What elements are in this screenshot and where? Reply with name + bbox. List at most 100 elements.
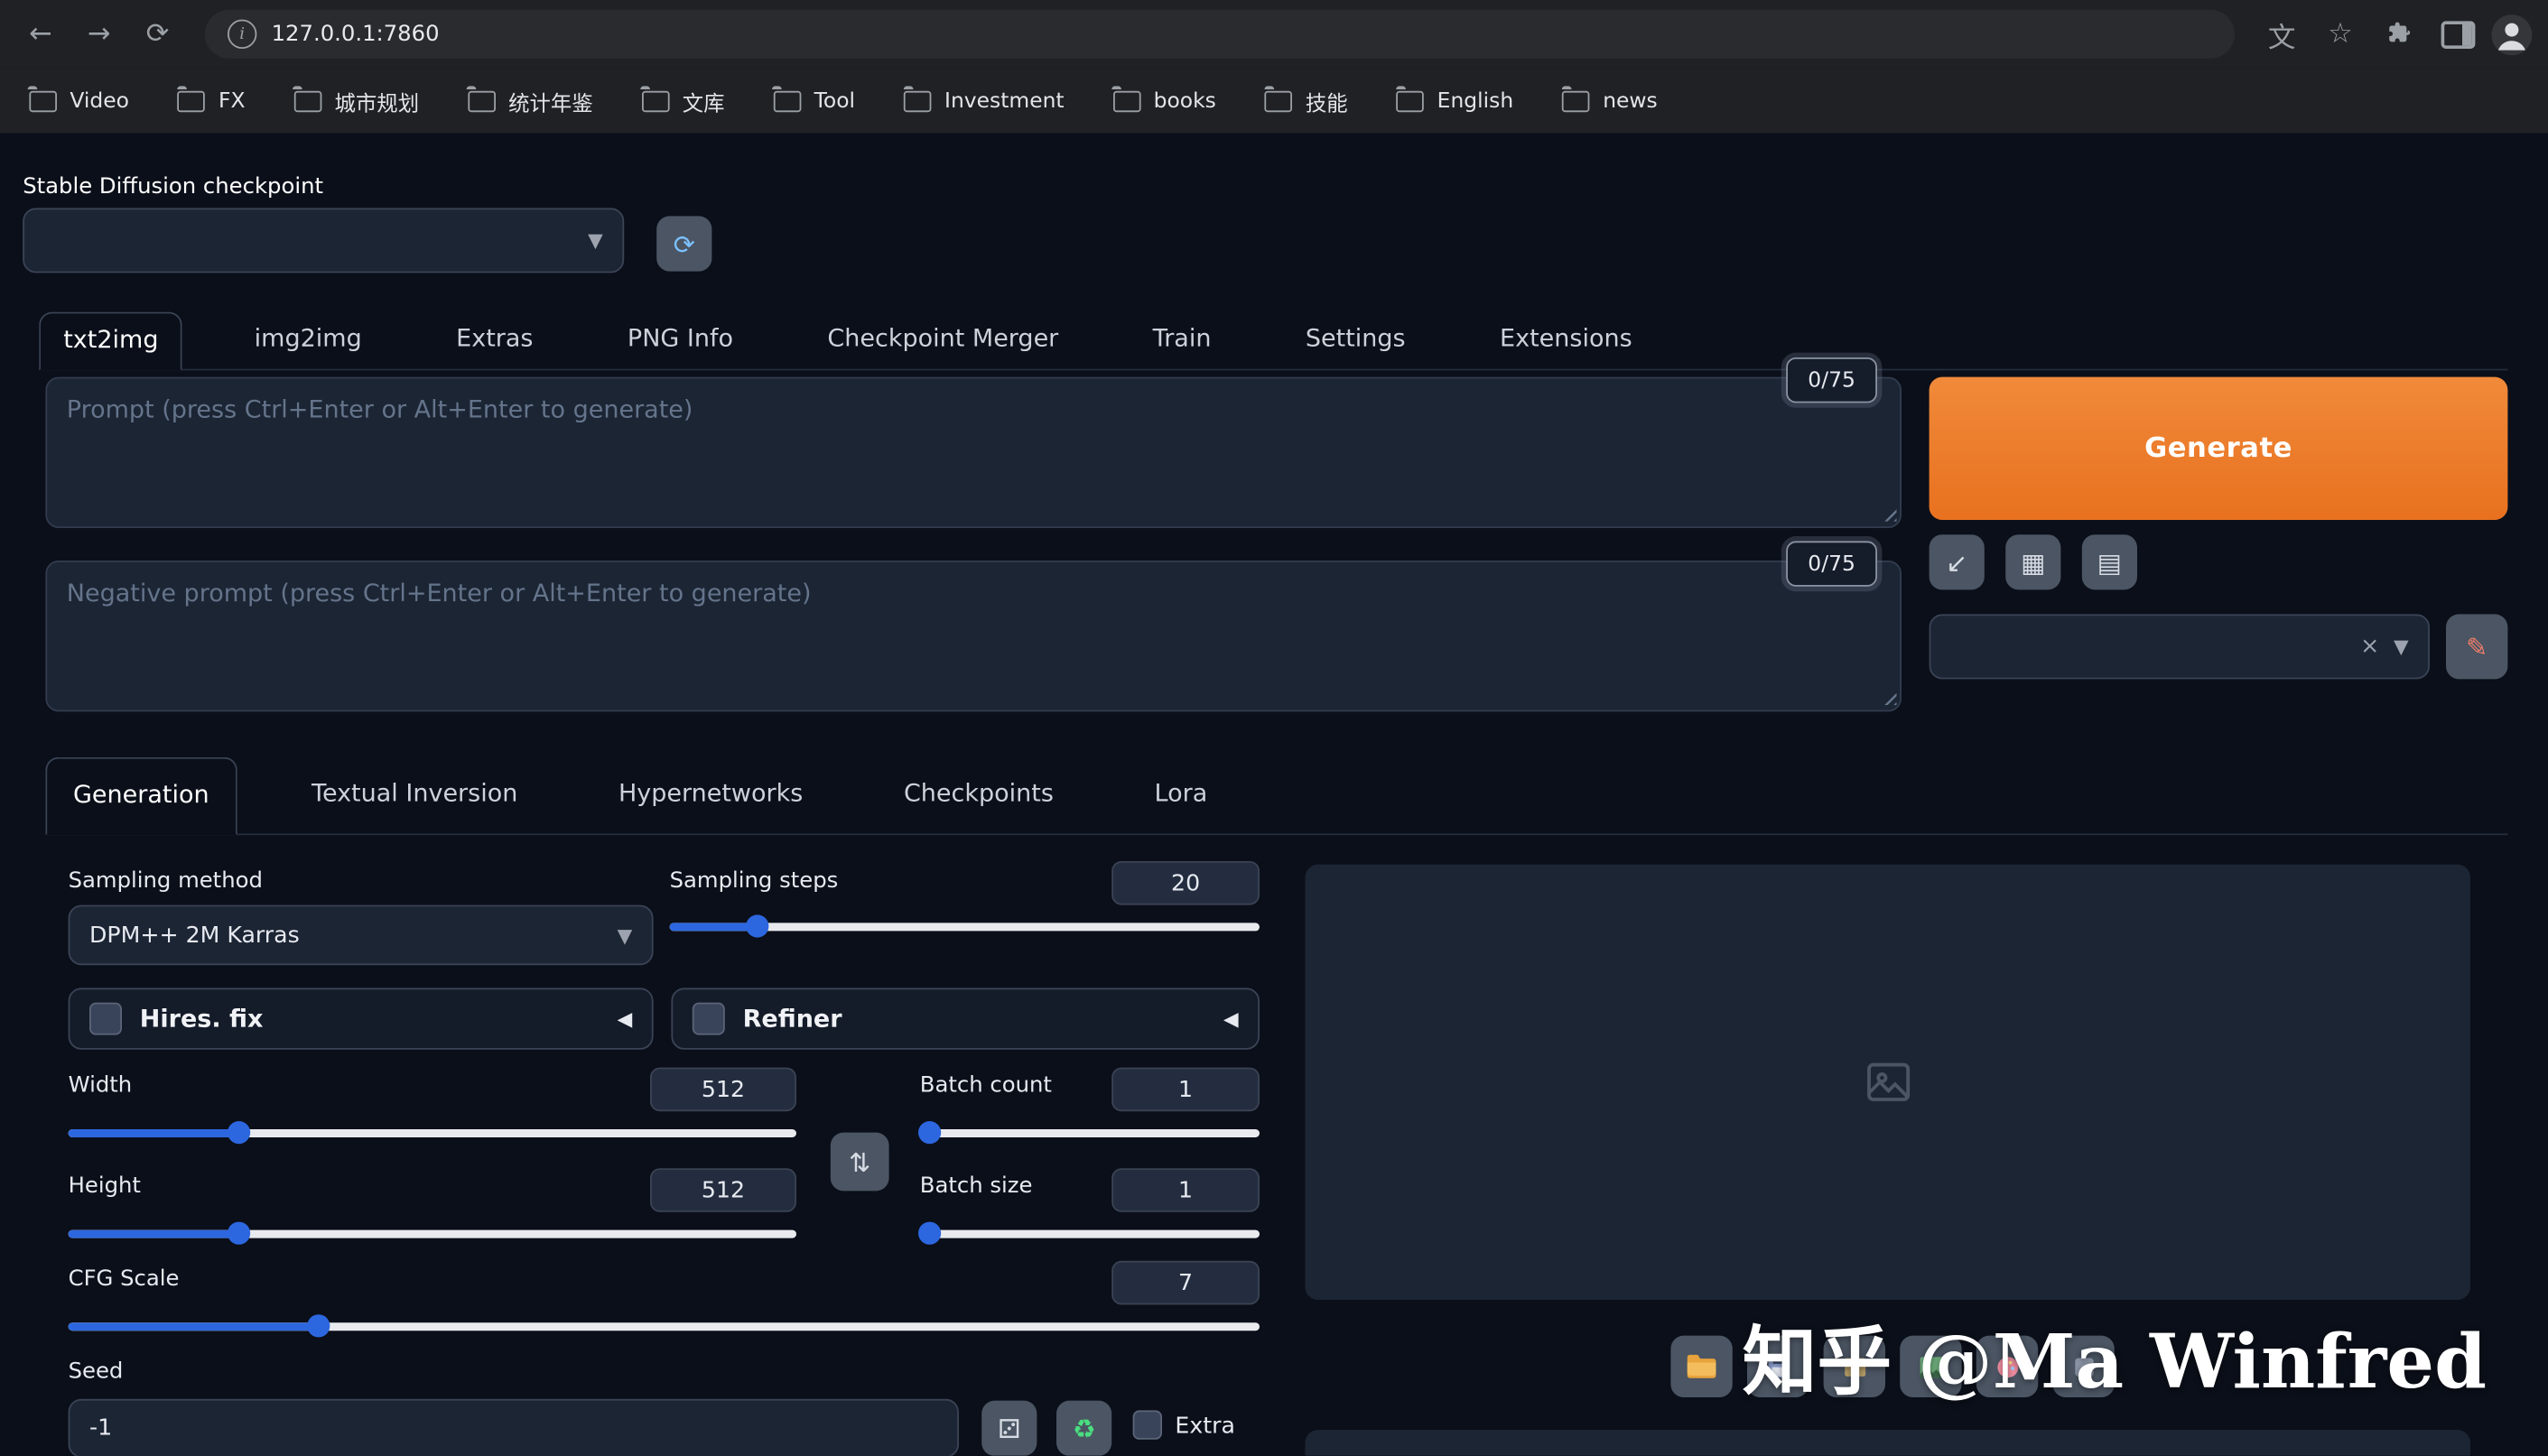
batch-size-value[interactable]: 1	[1111, 1168, 1260, 1212]
back-icon[interactable]: ←	[16, 10, 65, 59]
extra-seed-label: Extra	[1175, 1414, 1235, 1440]
swap-dimensions-button[interactable]: ⇅	[831, 1133, 889, 1192]
tab-settings[interactable]: Settings	[1283, 312, 1428, 369]
height-value[interactable]: 512	[650, 1168, 796, 1212]
image-placeholder-icon	[1862, 1056, 1914, 1108]
url-text[interactable]: 127.0.0.1:7860	[272, 21, 440, 47]
tab-png-info[interactable]: PNG Info	[605, 312, 756, 369]
width-slider[interactable]	[69, 1121, 796, 1144]
batch-count-slider[interactable]	[920, 1121, 1260, 1144]
bookmark-folder[interactable]: Video	[29, 88, 129, 113]
bookmark-label: English	[1437, 88, 1514, 113]
bookmark-folder[interactable]: Tool	[774, 88, 855, 113]
sampling-method-dropdown[interactable]: DPM++ 2M Karras ▼	[69, 905, 654, 966]
bookmark-folder[interactable]: news	[1562, 88, 1658, 113]
accordion-arrow-icon: ◀	[1223, 1007, 1239, 1030]
styles-dropdown[interactable]: × ▼	[1930, 614, 2430, 679]
subtab-checkpoints[interactable]: Checkpoints	[878, 757, 1080, 834]
chevron-down-icon: ▼	[2394, 635, 2409, 658]
site-info-icon[interactable]: i	[228, 20, 256, 49]
tab-img2img[interactable]: img2img	[231, 312, 384, 369]
bookmark-folder[interactable]: books	[1113, 88, 1216, 113]
bookmark-folder[interactable]: FX	[178, 88, 246, 113]
bookmark-label: news	[1603, 88, 1658, 113]
output-image-area[interactable]	[1305, 865, 2470, 1300]
hires-fix-accordion[interactable]: Hires. fix ◀	[69, 988, 654, 1049]
reuse-seed-button[interactable]: ♻	[1056, 1401, 1111, 1456]
batch-count-label: Batch count	[920, 1072, 1052, 1099]
bookmark-label: FX	[219, 88, 246, 113]
edit-styles-button[interactable]: ✎	[2446, 614, 2507, 679]
bookmarks-bar: Video FX 城市规划 统计年鉴 文库 Tool Investment bo…	[0, 69, 2548, 134]
sampling-steps-label: Sampling steps	[670, 867, 839, 894]
batch-size-slider[interactable]	[920, 1222, 1260, 1245]
bookmark-folder[interactable]: 统计年鉴	[468, 86, 593, 116]
refiner-checkbox[interactable]	[693, 1003, 725, 1035]
width-value[interactable]: 512	[650, 1068, 796, 1112]
bookmark-label: 城市规划	[334, 86, 419, 116]
extra-seed-checkbox[interactable]	[1133, 1410, 1162, 1439]
negative-prompt-input[interactable]	[45, 561, 1902, 711]
folder-icon	[1562, 90, 1590, 111]
reload-icon[interactable]: ⟳	[134, 10, 182, 59]
random-seed-button[interactable]: ⚂	[981, 1401, 1037, 1456]
hires-fix-checkbox[interactable]	[89, 1003, 122, 1035]
main-tabs: txt2img img2img Extras PNG Info Checkpoi…	[39, 312, 2507, 371]
folder-icon	[1686, 1353, 1718, 1379]
profile-avatar[interactable]	[2491, 14, 2532, 54]
prompt-container: 0/75	[45, 377, 1902, 528]
sampling-steps-value[interactable]: 20	[1111, 861, 1260, 905]
paste-params-button[interactable]: ↙	[1930, 534, 1985, 589]
subtab-textual-inversion[interactable]: Textual Inversion	[285, 757, 544, 834]
checkpoint-dropdown[interactable]: ▼	[23, 208, 624, 273]
bookmark-folder[interactable]: English	[1397, 88, 1514, 113]
bookmark-folder[interactable]: Investment	[904, 88, 1065, 113]
clipboard-icon: ▤	[2097, 547, 2122, 578]
subtab-hypernetworks[interactable]: Hypernetworks	[592, 757, 829, 834]
tab-extras[interactable]: Extras	[433, 312, 556, 369]
folder-icon	[774, 90, 802, 111]
clear-styles-icon[interactable]: ×	[2360, 634, 2379, 660]
folder-icon	[293, 90, 321, 111]
refiner-accordion[interactable]: Refiner ◀	[671, 988, 1260, 1049]
cfg-scale-value[interactable]: 7	[1111, 1261, 1260, 1305]
webui-page: Stable Diffusion checkpoint ▼ ⟳ txt2img …	[0, 134, 2548, 1456]
folder-icon	[642, 90, 670, 111]
side-panel-icon[interactable]	[2433, 10, 2482, 59]
negative-prompt-container: 0/75	[45, 561, 1902, 711]
tab-extensions[interactable]: Extensions	[1477, 312, 1655, 369]
batch-count-value[interactable]: 1	[1111, 1068, 1260, 1112]
cfg-scale-slider[interactable]	[69, 1314, 1260, 1337]
prompt-input[interactable]	[45, 377, 1902, 528]
bookmark-star-icon[interactable]: ☆	[2316, 10, 2365, 59]
bookmark-label: Investment	[944, 88, 1065, 113]
bookmark-folder[interactable]: 城市规划	[293, 86, 419, 116]
seed-input[interactable]	[69, 1399, 959, 1456]
sampling-steps-slider[interactable]	[670, 914, 1260, 937]
chevron-down-icon: ▼	[588, 229, 603, 252]
tab-txt2img[interactable]: txt2img	[39, 312, 182, 371]
folder-icon	[1113, 90, 1141, 111]
bookmark-label: 技能	[1306, 86, 1348, 116]
apply-styles-button[interactable]: ▤	[2082, 534, 2137, 589]
open-folder-button[interactable]	[1670, 1336, 1732, 1397]
tab-train[interactable]: Train	[1130, 312, 1233, 369]
address-bar[interactable]: i 127.0.0.1:7860	[205, 10, 2235, 59]
trash-icon: ▦	[2021, 547, 2045, 578]
clear-prompt-button[interactable]: ▦	[2005, 534, 2060, 589]
bookmark-label: books	[1154, 88, 1216, 113]
subtab-lora[interactable]: Lora	[1129, 757, 1233, 834]
height-slider[interactable]	[69, 1222, 796, 1245]
extensions-icon[interactable]	[2375, 10, 2423, 59]
tab-checkpoint-merger[interactable]: Checkpoint Merger	[804, 312, 1081, 369]
bookmark-folder[interactable]: 技能	[1265, 86, 1348, 116]
subtab-generation[interactable]: Generation	[45, 757, 237, 835]
sampling-method-label: Sampling method	[69, 867, 263, 894]
width-label: Width	[69, 1072, 133, 1099]
generation-info-panel	[1305, 1430, 2470, 1456]
bookmark-folder[interactable]: 文库	[642, 86, 725, 116]
forward-icon[interactable]: →	[75, 10, 124, 59]
refresh-checkpoint-button[interactable]: ⟳	[656, 216, 711, 271]
translate-icon[interactable]: 文	[2257, 10, 2306, 59]
generate-button[interactable]: Generate	[1930, 377, 2508, 520]
